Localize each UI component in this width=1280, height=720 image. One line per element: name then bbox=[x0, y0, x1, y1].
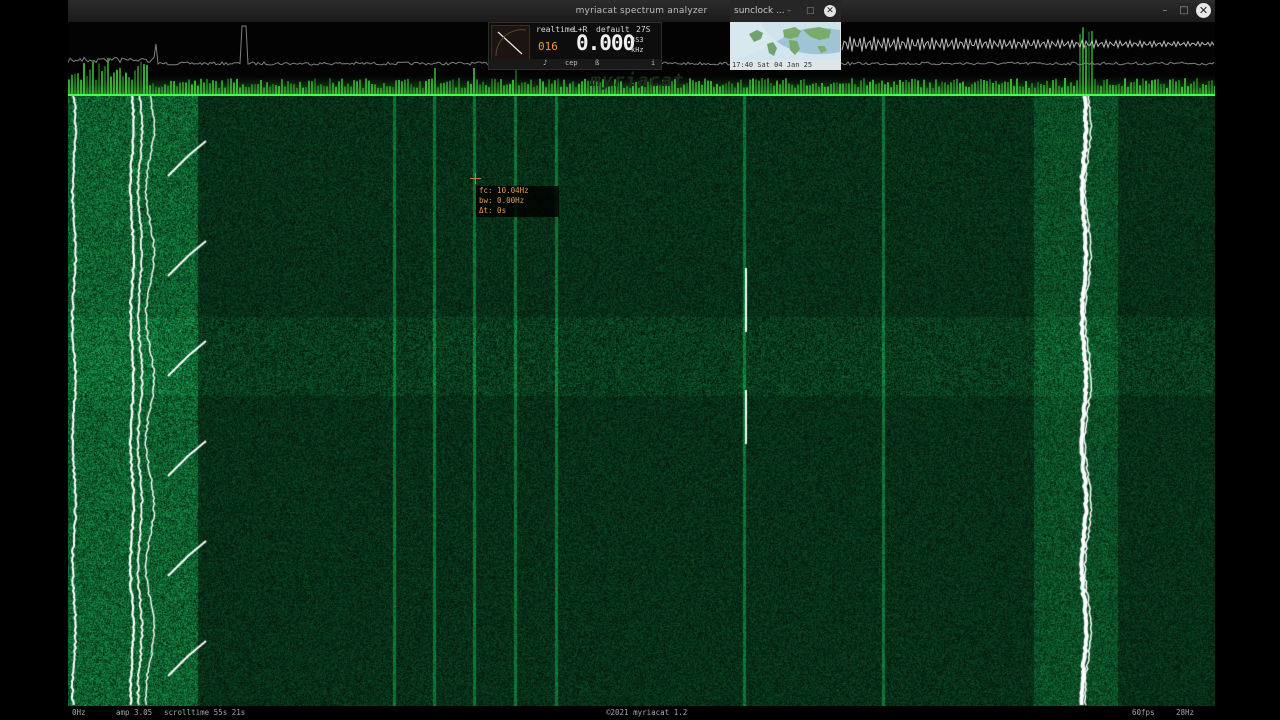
maximize-icon[interactable]: □ bbox=[1178, 5, 1190, 17]
tooltip-fc: fc: 10.04Hz bbox=[479, 186, 529, 195]
unit-khz-label: kHz bbox=[631, 46, 644, 54]
cursor-tooltip: fc: 10.04Hz bw: 0.00Hz Δt: 0s bbox=[476, 186, 559, 217]
panel-button-bar: ♪ cep ß i bbox=[489, 59, 661, 69]
sunclock-title-bar[interactable]: sunclock ... – □ ✕ bbox=[730, 0, 841, 22]
audio-button[interactable]: ♪ bbox=[543, 59, 547, 67]
fps-label: 60fps bbox=[1132, 708, 1155, 717]
info-icon[interactable]: i bbox=[651, 59, 655, 67]
level-gauge bbox=[491, 25, 530, 62]
minimize-icon[interactable]: – bbox=[1159, 5, 1171, 17]
frequency-readout: 0.000 bbox=[576, 31, 635, 55]
status-bar: 0Hz amp 3.05 scrolltime 55s 21s ©2021 my… bbox=[68, 706, 1215, 720]
title-bar[interactable]: myriacat spectrum analyzer – □ ✕ bbox=[68, 0, 1215, 22]
amp-label: amp 3.05 bbox=[116, 708, 153, 717]
close-icon[interactable]: ✕ bbox=[824, 5, 836, 17]
spectrum-analyzer-window: myriacat spectrum analyzer – □ ✕ myriaca… bbox=[68, 0, 1215, 720]
level-readout: 27S bbox=[636, 25, 651, 34]
watermark-logo: myriacat bbox=[590, 70, 685, 91]
maximize-icon[interactable]: □ bbox=[806, 0, 815, 22]
min-frequency-label: 0Hz bbox=[72, 708, 86, 717]
mode-label[interactable]: realtime bbox=[536, 25, 575, 34]
sunclock-title: sunclock ... bbox=[734, 6, 785, 16]
copyright-label: ©2021 myriacat 1.2 bbox=[606, 708, 688, 717]
window-title: myriacat spectrum analyzer bbox=[575, 6, 708, 16]
analyzer-control-panel: realtime L+R default 27S 016 0.000 4S3 k… bbox=[488, 22, 662, 70]
unit-top-label: 4S3 bbox=[631, 36, 644, 44]
sunclock-window: sunclock ... – □ ✕ 17:40 Sat 04 Jan 25 bbox=[730, 0, 841, 70]
crosshair-cursor-vertical bbox=[475, 173, 476, 184]
minimize-icon[interactable]: – bbox=[787, 0, 792, 22]
tooltip-dt: Δt: 0s bbox=[479, 206, 507, 215]
tooltip-bw: bw: 0.00Hz bbox=[479, 196, 525, 205]
max-frequency-label: 28Hz bbox=[1176, 708, 1195, 717]
cep-button[interactable]: cep bbox=[565, 59, 578, 67]
beta-button[interactable]: ß bbox=[595, 59, 599, 67]
waterfall-spectrogram[interactable] bbox=[68, 96, 1215, 706]
close-icon[interactable]: ✕ bbox=[1196, 3, 1211, 18]
scrolltime-label: scrolltime 55s 21s bbox=[164, 708, 246, 717]
sunclock-time: 17:40 Sat 04 Jan 25 bbox=[732, 61, 813, 69]
world-map bbox=[731, 22, 840, 60]
digit-readout: 016 bbox=[538, 40, 558, 53]
